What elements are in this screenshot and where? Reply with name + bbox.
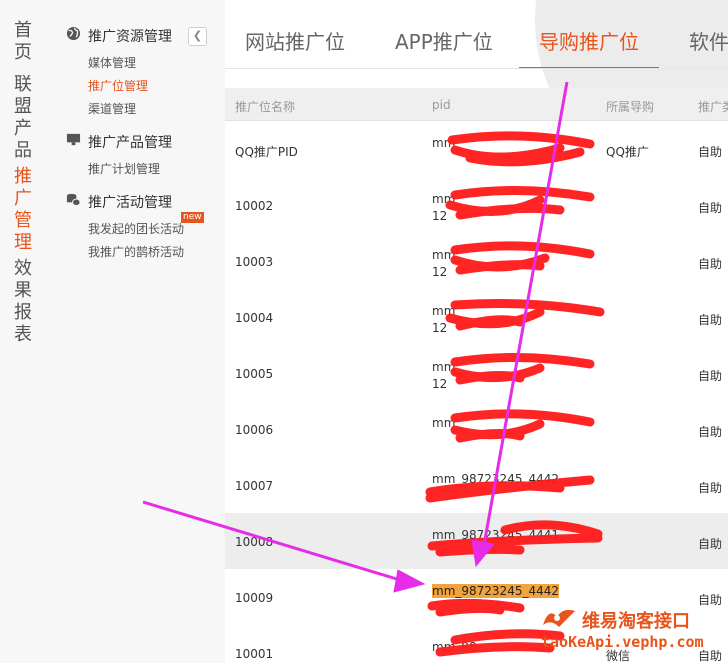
active-tab-indicator: [519, 67, 659, 68]
tab-app[interactable]: APP推广位: [395, 26, 493, 55]
tab-shopping-guide[interactable]: 导购推广位: [539, 26, 639, 55]
row-type: 自助: [698, 201, 723, 215]
row-name: 10005: [235, 367, 274, 381]
row-guide: QQ推广: [606, 145, 649, 159]
row-pid: mm_ 12: [432, 360, 462, 391]
sidebar-item-adzone[interactable]: 推广位管理: [88, 77, 148, 94]
table-row[interactable]: 10004 mm_ 12 自助: [225, 289, 728, 346]
row-pid: mm_98723245_4442: [432, 472, 559, 486]
nav-effect-reports[interactable]: 效果报表: [14, 258, 36, 346]
row-name: 10003: [235, 255, 274, 269]
row-name: 10002: [235, 199, 274, 213]
row-type: 自助: [698, 425, 723, 439]
row-name: 10006: [235, 423, 274, 437]
table-row[interactable]: 10002 mm_ 12 自助: [225, 177, 728, 234]
sidebar-item-media[interactable]: 媒体管理: [88, 54, 136, 71]
row-name: 10008: [235, 535, 274, 549]
tab-software[interactable]: 软件: [689, 26, 728, 55]
table-header: 推广位名称 pid 所属导购 推广类: [225, 88, 728, 121]
header-guide: 所属导购: [606, 100, 655, 114]
row-type: 自助: [698, 537, 723, 551]
nav-alliance-products[interactable]: 联盟产品: [14, 74, 36, 162]
sidebar: [55, 0, 225, 663]
row-pid: mm_98: [432, 640, 477, 654]
row-type: 自助: [698, 145, 723, 159]
monitor-icon: [66, 133, 81, 146]
sidebar-item-plan[interactable]: 推广计划管理: [88, 160, 160, 177]
group-title-products[interactable]: 推广产品管理: [88, 132, 172, 152]
row-pid: mm_: [432, 136, 462, 150]
watermark-url: taoKeApi.vephp.com: [541, 633, 704, 651]
row-type: 自助: [698, 313, 723, 327]
brand-logo-icon: [543, 609, 575, 627]
row-type: 自助: [698, 481, 723, 495]
row-type: 自助: [698, 257, 723, 271]
sidebar-item-channel[interactable]: 渠道管理: [88, 100, 136, 117]
nav-promotion-management[interactable]: 推广管理: [14, 166, 36, 254]
nav-home[interactable]: 首页: [14, 20, 36, 64]
selected-pid-text[interactable]: mm_98723245_4442: [432, 584, 559, 598]
table-row[interactable]: 10007 mm_98723245_4442 自助: [225, 457, 728, 514]
table-row[interactable]: 10005 mm_ 12 自助: [225, 345, 728, 402]
group-title-activities[interactable]: 推广活动管理: [88, 192, 172, 212]
table-row[interactable]: 10006 mm_ 自助: [225, 401, 728, 458]
row-pid: mm_ 12: [432, 248, 462, 279]
sidebar-item-bridge-activity[interactable]: 我推广的鹊桥活动: [88, 243, 184, 260]
row-type: 自助: [698, 369, 723, 383]
header-name: 推广位名称: [235, 100, 296, 114]
row-name: 10001: [235, 647, 274, 661]
group-title-resources[interactable]: 推广资源管理: [88, 26, 172, 46]
table-row[interactable]: 10003 mm_ 12 自助: [225, 233, 728, 290]
table-row[interactable]: 10008 mm_98723245_4441 自助: [225, 513, 728, 570]
header-type: 推广类: [698, 100, 728, 114]
row-name: 10009: [235, 591, 274, 605]
header-pid: pid: [432, 98, 451, 112]
row-name: 10004: [235, 311, 274, 325]
row-type: 自助: [698, 593, 723, 607]
row-pid: mm_98723245_4441: [432, 528, 559, 542]
row-name: QQ推广PID: [235, 145, 298, 159]
watermark-title: 维易淘客接口: [582, 611, 690, 632]
main-content: 网站推广位 APP推广位 导购推广位 软件 推广位名称 pid 所属导购 推广类…: [225, 0, 728, 663]
new-badge: new: [181, 212, 204, 223]
table-row[interactable]: QQ推广PID mm_ QQ推广 自助: [225, 121, 728, 178]
globe-icon: [66, 26, 81, 41]
sidebar-item-leader-activity[interactable]: 我发起的团长活动: [88, 220, 184, 237]
row-pid: mm_: [432, 416, 462, 430]
row-name: 10007: [235, 479, 274, 493]
row-pid: mm_ 12: [432, 192, 462, 223]
sidebar-collapse-button[interactable]: ❮: [188, 27, 207, 46]
main-nav: 首页 联盟产品 推广管理 效果报表: [0, 0, 55, 663]
tab-website[interactable]: 网站推广位: [245, 26, 345, 55]
chevron-left-icon: ❮: [192, 29, 203, 42]
coins-icon: [66, 193, 81, 207]
row-pid: mm_98723245_4442: [432, 583, 559, 600]
row-pid: mm_ 12: [432, 304, 462, 335]
tab-divider: [225, 68, 728, 69]
